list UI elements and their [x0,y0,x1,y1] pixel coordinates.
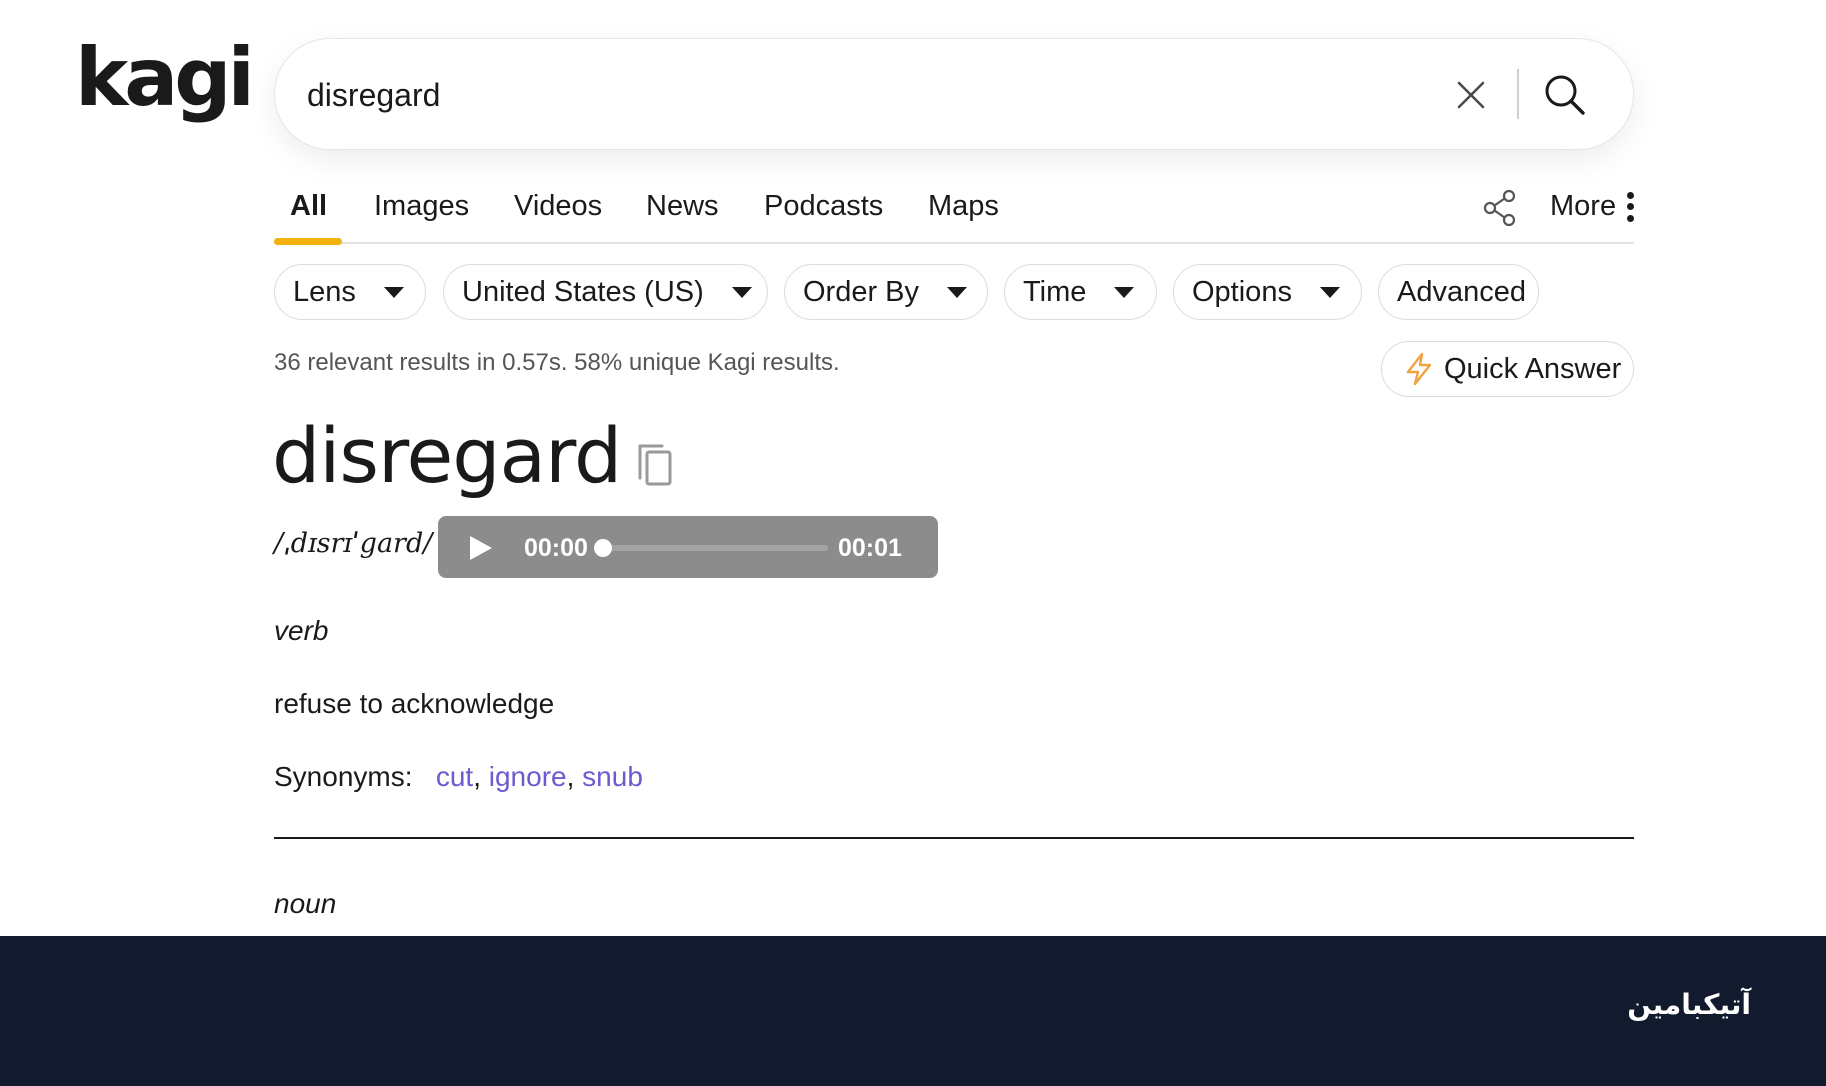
results-summary: 36 relevant results in 0.57s. 58% unique… [274,349,840,376]
caret-down-icon [1114,286,1135,298]
tab-images[interactable]: Images [374,190,469,223]
order-by-dropdown[interactable]: Order By [784,264,988,320]
copy-icon[interactable] [634,438,674,488]
tab-podcasts[interactable]: Podcasts [764,190,883,223]
more-label: More [1550,190,1617,222]
region-dropdown[interactable]: United States (US) [443,264,768,320]
region-label: United States (US) [462,275,704,308]
quick-answer-label: Quick Answer [1444,352,1622,385]
synonym-link[interactable]: ignore [489,761,567,792]
lightning-bolt-icon [1406,352,1432,386]
dictionary-word: disregard [272,411,622,500]
time-dropdown[interactable]: Time [1004,264,1157,320]
tab-all[interactable]: All [290,190,327,223]
search-icon[interactable] [1541,71,1589,119]
lens-label: Lens [293,275,356,308]
active-tab-indicator [274,238,342,245]
caret-down-icon [383,286,404,298]
search-divider [1517,69,1519,119]
caret-down-icon [731,286,752,298]
play-icon[interactable] [468,534,494,562]
advanced-label: Advanced [1397,275,1526,308]
lens-dropdown[interactable]: Lens [274,264,426,320]
close-icon[interactable] [1451,75,1491,115]
search-tabs: All Images Videos News Podcasts Maps Mor… [274,186,1634,245]
kebab-icon [1626,191,1634,222]
part-of-speech-verb: verb [274,615,329,646]
synonyms-line: Synonyms: cut, ignore, snub [274,761,643,792]
audio-total-time: 00:01 [838,534,902,562]
kagi-logo[interactable]: kagi [75,38,255,118]
phonetic-spelling: /ˌdɪsrɪˈgard/ [274,528,433,559]
options-dropdown[interactable]: Options [1173,264,1362,320]
caret-down-icon [947,286,968,298]
synonym-link[interactable]: cut [436,761,473,792]
search-input[interactable] [307,69,1387,121]
advanced-button[interactable]: Advanced [1378,264,1539,320]
tab-news[interactable]: News [646,190,719,223]
audio-current-time: 00:00 [524,534,588,562]
audio-seek-thumb[interactable] [594,539,612,557]
synonyms-label: Synonyms: [274,761,413,792]
quick-answer-button[interactable]: Quick Answer [1381,341,1634,397]
options-label: Options [1192,275,1292,308]
tab-maps[interactable]: Maps [928,190,999,223]
more-menu-button[interactable]: More [1550,190,1634,223]
footer-banner: آتیکبامین [0,936,1826,1086]
section-divider [274,837,1634,839]
watermark-logo: آتیکبامین [1627,988,1751,1021]
share-icon[interactable] [1480,188,1520,228]
pronunciation-audio-player: 00:00 00:01 [438,516,938,578]
search-box [274,38,1634,150]
time-label: Time [1023,275,1087,308]
part-of-speech-noun: noun [274,888,337,919]
tab-videos[interactable]: Videos [514,190,602,223]
synonym-link[interactable]: snub [582,761,643,792]
caret-down-icon [1319,286,1340,298]
audio-seek-track[interactable] [602,545,828,551]
order-by-label: Order By [803,275,920,308]
definition-text: refuse to acknowledge [274,688,555,719]
